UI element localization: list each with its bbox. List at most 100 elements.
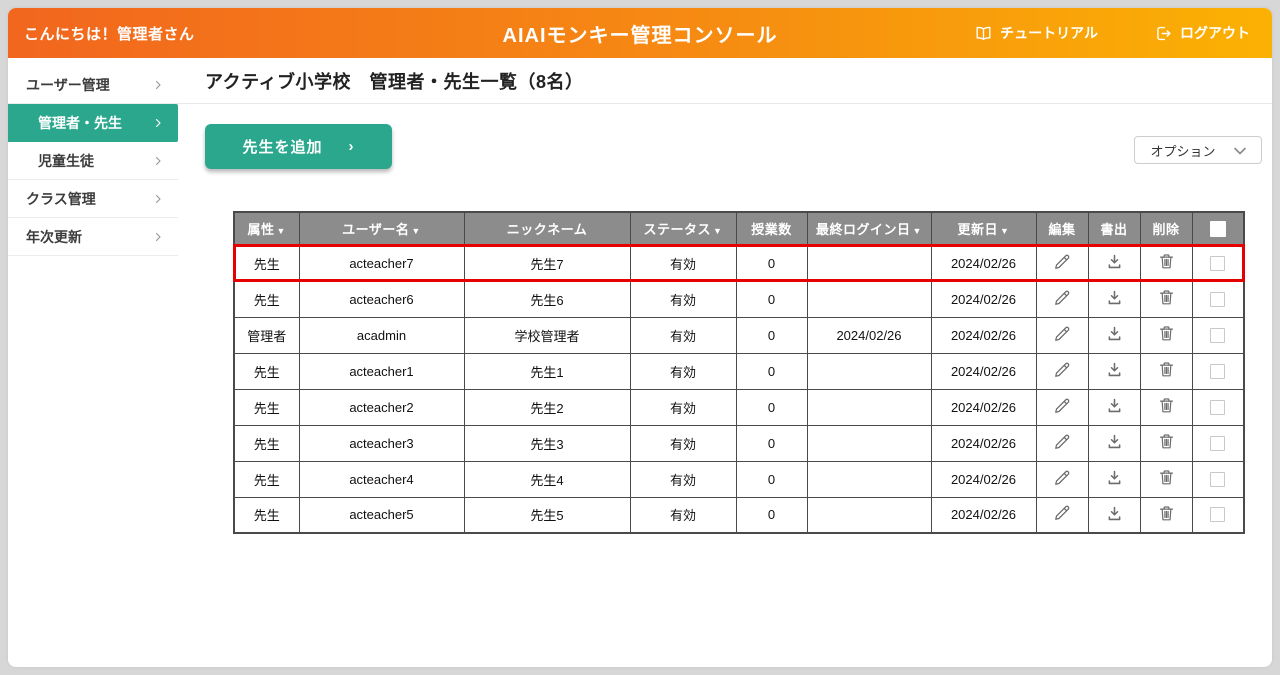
cell-edit-button xyxy=(1036,245,1088,281)
row-checkbox[interactable] xyxy=(1210,292,1225,307)
download-icon xyxy=(1105,324,1124,346)
delete-button[interactable] xyxy=(1155,466,1178,492)
cell-export-button xyxy=(1088,281,1140,317)
edit-button[interactable] xyxy=(1050,250,1074,277)
export-button[interactable] xyxy=(1103,502,1126,528)
tutorial-link[interactable]: チュートリアル xyxy=(974,23,1098,43)
row-checkbox[interactable] xyxy=(1210,364,1225,379)
column-header-label: 最終ログイン日 xyxy=(816,222,911,237)
edit-button[interactable] xyxy=(1050,358,1074,385)
row-checkbox[interactable] xyxy=(1210,472,1225,487)
delete-button[interactable] xyxy=(1155,358,1178,384)
download-icon xyxy=(1105,432,1124,454)
export-button[interactable] xyxy=(1103,430,1126,456)
column-header-8: 書出 xyxy=(1088,212,1140,245)
table-row-acteacher2: 先生acteacher2先生2有効02024/02/26 xyxy=(234,389,1244,425)
cell-attribute: 先生 xyxy=(234,425,299,461)
export-button[interactable] xyxy=(1103,358,1126,384)
column-header-label: 属性 xyxy=(248,222,275,237)
column-header-3[interactable]: ステータス▼ xyxy=(630,212,736,245)
cell-lessons: 0 xyxy=(736,389,807,425)
pencil-icon xyxy=(1052,503,1072,526)
sidebar-item-annual-update[interactable]: 年次更新 xyxy=(8,218,178,256)
cell-updated: 2024/02/26 xyxy=(931,281,1036,317)
sort-indicator-icon: ▼ xyxy=(913,226,922,236)
cell-last_login xyxy=(807,353,931,389)
table-header-row: 属性▼ユーザー名▼ニックネームステータス▼授業数最終ログイン日▼更新日▼編集書出… xyxy=(234,212,1244,245)
export-button[interactable] xyxy=(1103,286,1126,312)
top-header-bar: こんにちは！管理者さん AIAIモンキー管理コンソール チュートリアル xyxy=(8,8,1272,58)
cell-username: acteacher1 xyxy=(299,353,464,389)
cell-status: 有効 xyxy=(630,245,736,281)
cell-nickname: 先生6 xyxy=(464,281,630,317)
table-row-acteacher5: 先生acteacher5先生5有効02024/02/26 xyxy=(234,497,1244,533)
export-button[interactable] xyxy=(1103,394,1126,420)
sort-indicator-icon: ▼ xyxy=(277,226,286,236)
edit-button[interactable] xyxy=(1050,394,1074,421)
column-header-label: 書出 xyxy=(1100,222,1127,237)
row-checkbox[interactable] xyxy=(1210,507,1225,522)
row-checkbox[interactable] xyxy=(1210,400,1225,415)
sidebar-item-label: 児童生徒 xyxy=(38,151,94,171)
cell-edit-button xyxy=(1036,317,1088,353)
cell-nickname: 学校管理者 xyxy=(464,317,630,353)
sidebar-item-class-management[interactable]: クラス管理 xyxy=(8,180,178,218)
delete-button[interactable] xyxy=(1155,286,1178,312)
main-content: アクティブ小学校 管理者・先生一覧（8名） 先生を追加 › オプション xyxy=(178,58,1272,667)
cell-status: 有効 xyxy=(630,425,736,461)
page-title: アクティブ小学校 管理者・先生一覧（8名） xyxy=(205,68,584,94)
column-header-6[interactable]: 更新日▼ xyxy=(931,212,1036,245)
add-teacher-button[interactable]: 先生を追加 › xyxy=(205,124,392,169)
table-row-acadmin: 管理者acadmin学校管理者有効02024/02/262024/02/26 xyxy=(234,317,1244,353)
edit-button[interactable] xyxy=(1050,501,1074,528)
cell-lessons: 0 xyxy=(736,245,807,281)
pencil-icon xyxy=(1052,468,1072,491)
edit-button[interactable] xyxy=(1050,322,1074,349)
cell-lessons: 0 xyxy=(736,281,807,317)
cell-lessons: 0 xyxy=(736,425,807,461)
sidebar-item-admin-teacher[interactable]: 管理者・先生 xyxy=(8,104,178,142)
cell-delete-button xyxy=(1140,425,1192,461)
edit-button[interactable] xyxy=(1050,430,1074,457)
user-greeting: こんにちは！管理者さん xyxy=(8,23,195,44)
cell-lessons: 0 xyxy=(736,497,807,533)
cell-select xyxy=(1192,389,1244,425)
column-header-label: 更新日 xyxy=(958,222,999,237)
download-icon xyxy=(1105,468,1124,490)
options-dropdown[interactable]: オプション xyxy=(1134,136,1262,164)
column-header-1[interactable]: ユーザー名▼ xyxy=(299,212,464,245)
export-button[interactable] xyxy=(1103,322,1126,348)
cell-export-button xyxy=(1088,245,1140,281)
sidebar-item-students[interactable]: 児童生徒 xyxy=(8,142,178,180)
table-row-acteacher3: 先生acteacher3先生3有効02024/02/26 xyxy=(234,425,1244,461)
delete-button[interactable] xyxy=(1155,250,1178,276)
delete-button[interactable] xyxy=(1155,502,1178,528)
row-checkbox[interactable] xyxy=(1210,436,1225,451)
cell-delete-button xyxy=(1140,353,1192,389)
chevron-right-icon xyxy=(152,231,164,243)
delete-button[interactable] xyxy=(1155,322,1178,348)
column-header-5[interactable]: 最終ログイン日▼ xyxy=(807,212,931,245)
sidebar-item-user-management[interactable]: ユーザー管理 xyxy=(8,66,178,104)
column-header-label: ユーザー名 xyxy=(342,222,409,237)
column-header-label: ステータス xyxy=(644,222,712,237)
cell-username: acadmin xyxy=(299,317,464,353)
row-checkbox[interactable] xyxy=(1210,328,1225,343)
table-body: 先生acteacher7先生7有効02024/02/26先生acteacher6… xyxy=(234,245,1244,533)
row-checkbox[interactable] xyxy=(1210,256,1225,271)
delete-button[interactable] xyxy=(1155,430,1178,456)
edit-button[interactable] xyxy=(1050,286,1074,313)
cell-attribute: 管理者 xyxy=(234,317,299,353)
delete-button[interactable] xyxy=(1155,394,1178,420)
select-all-checkbox[interactable] xyxy=(1210,221,1226,237)
export-button[interactable] xyxy=(1103,250,1126,276)
export-button[interactable] xyxy=(1103,466,1126,492)
cell-export-button xyxy=(1088,497,1140,533)
cell-edit-button xyxy=(1036,389,1088,425)
column-header-0[interactable]: 属性▼ xyxy=(234,212,299,245)
download-icon xyxy=(1105,396,1124,418)
table-row-acteacher4: 先生acteacher4先生4有効02024/02/26 xyxy=(234,461,1244,497)
edit-button[interactable] xyxy=(1050,466,1074,493)
cell-status: 有効 xyxy=(630,461,736,497)
logout-link[interactable]: ログアウト xyxy=(1154,23,1250,43)
